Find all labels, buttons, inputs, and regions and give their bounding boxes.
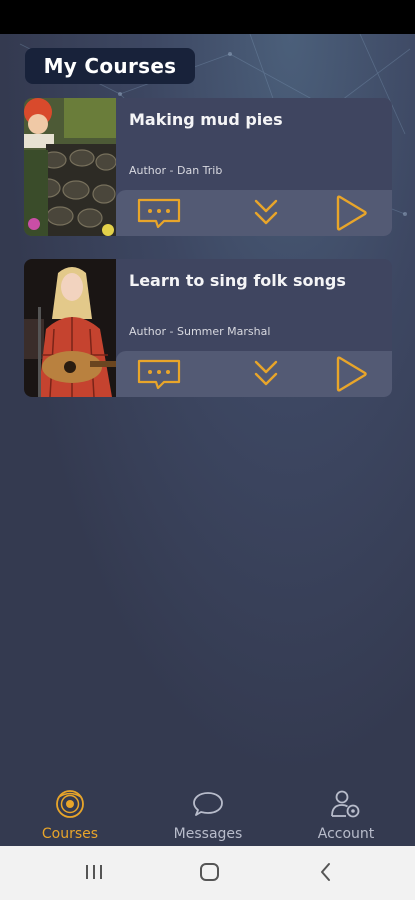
play-icon[interactable]	[334, 356, 368, 396]
user-settings-icon	[330, 788, 362, 820]
play-icon[interactable]	[334, 195, 368, 235]
tab-label: Account	[317, 826, 375, 842]
course-title[interactable]: Learn to sing folk songs	[129, 271, 346, 290]
system-navigation-bar	[0, 846, 415, 900]
tab-messages[interactable]: Messages	[168, 784, 248, 846]
home-icon[interactable]	[198, 860, 222, 888]
tab-label: Courses	[41, 826, 99, 842]
tab-courses[interactable]: Courses	[30, 784, 110, 846]
page-title: My Courses	[25, 48, 195, 84]
double-chevron-down-icon[interactable]	[252, 356, 280, 396]
courses-icon	[54, 788, 86, 820]
course-title[interactable]: Making mud pies	[129, 110, 283, 129]
course-thumbnail[interactable]	[24, 98, 116, 236]
course-card[interactable]: Learn to sing folk songs Author - Summer…	[24, 259, 392, 397]
chat-icon[interactable]	[136, 195, 182, 235]
tab-label: Messages	[173, 826, 243, 842]
back-icon[interactable]	[316, 860, 336, 888]
status-bar	[0, 0, 415, 34]
double-chevron-down-icon[interactable]	[252, 195, 280, 235]
recent-apps-icon[interactable]	[84, 860, 104, 888]
course-card[interactable]: Making mud pies Author - Dan Trib	[24, 98, 392, 236]
chat-bubble-icon	[192, 788, 224, 820]
course-actions	[116, 351, 392, 397]
chat-icon[interactable]	[136, 356, 182, 396]
course-actions	[116, 190, 392, 236]
course-author: Author - Dan Trib	[129, 164, 223, 177]
course-thumbnail[interactable]	[24, 259, 116, 397]
bottom-tab-bar: Courses Messages Account	[0, 784, 415, 846]
tab-account[interactable]: Account	[306, 784, 386, 846]
course-author: Author - Summer Marshal	[129, 325, 271, 338]
